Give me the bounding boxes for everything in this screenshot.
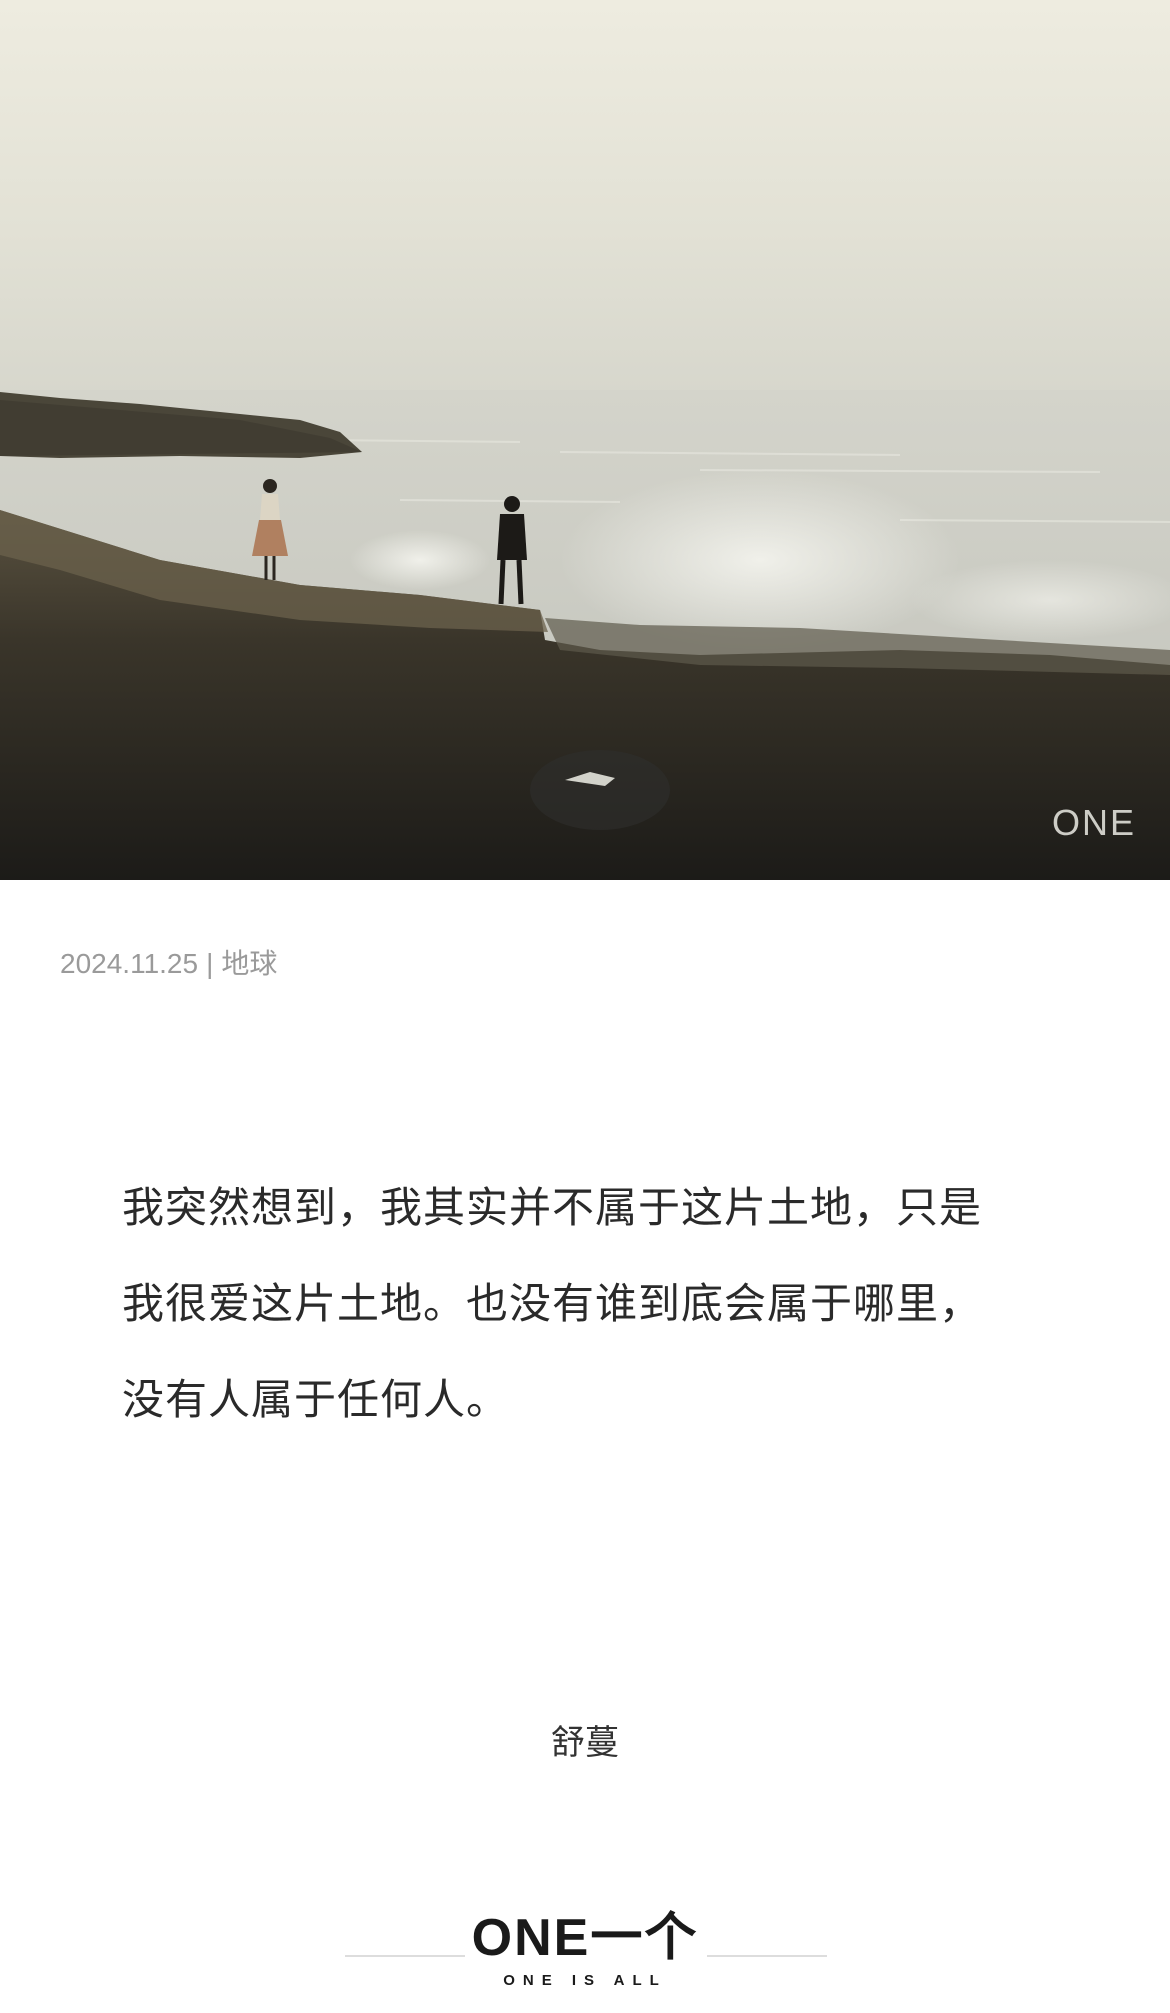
- logo-tagline: ONE IS ALL: [503, 1972, 667, 1989]
- seascape-illustration: [0, 0, 1170, 880]
- quote-text: 我突然想到，我其实并不属于这片土地，只是 我很爱这片土地。也没有谁到底会属于哪里…: [122, 1160, 1042, 1448]
- post-date: 2024.11.25: [60, 948, 199, 979]
- post-meta: 2024.11.25 | 地球: [60, 942, 277, 982]
- author-name: 舒蔓: [551, 1723, 619, 1763]
- one-logo: ONE一个: [471, 1909, 699, 1967]
- hero-photo: ONE: [0, 0, 1170, 880]
- meta-separator: |: [206, 948, 214, 979]
- quote-line: 没有人属于任何人。: [122, 1375, 510, 1424]
- one-watermark: ONE: [1051, 802, 1136, 843]
- footer-logo: ONE一个 ONE IS ALL: [0, 1900, 1170, 2000]
- quote-line: 我突然想到，我其实并不属于这片土地，只是: [122, 1183, 983, 1232]
- post-location: 地球: [221, 948, 278, 979]
- quote-line: 我很爱这片土地。也没有谁到底会属于哪里，: [122, 1279, 983, 1328]
